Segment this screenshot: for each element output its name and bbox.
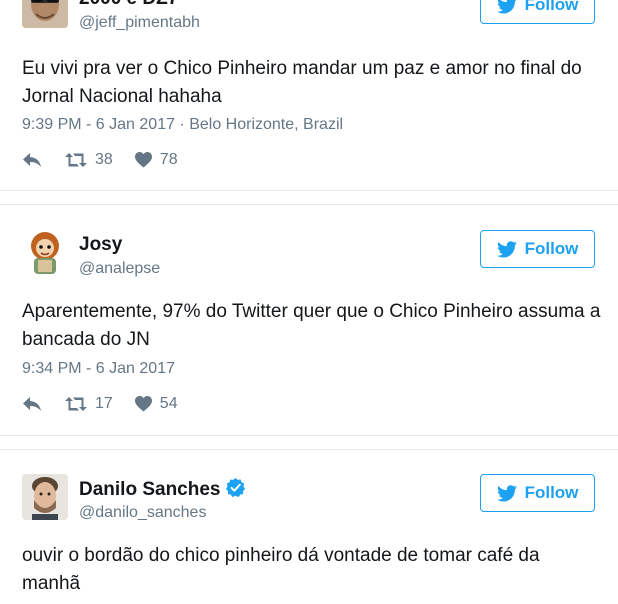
display-name[interactable]: Danilo Sanches	[79, 478, 245, 501]
follow-button[interactable]: Follow	[480, 0, 595, 24]
like-button[interactable]: 78	[134, 151, 178, 169]
tweet-timestamp[interactable]: 9:39 PM - 6 Jan 2017 · Belo Horizonte, B…	[22, 116, 343, 134]
twitter-bird-icon	[496, 240, 517, 257]
username[interactable]: @danilo_sanches	[79, 504, 206, 522]
divider	[0, 435, 618, 436]
display-name-text: Danilo Sanches	[79, 479, 221, 500]
display-name[interactable]: Josy	[79, 234, 122, 256]
follow-button[interactable]: Follow	[480, 474, 595, 512]
tweet-actions: 17 54	[22, 394, 178, 414]
like-count: 54	[159, 395, 178, 412]
username[interactable]: @jeff_pimentabh	[79, 14, 200, 32]
display-name[interactable]: 2000 e DZ7	[79, 0, 178, 10]
tweet-timestamp[interactable]: 9:34 PM - 6 Jan 2017	[22, 360, 175, 378]
tweet-text: ouvir o bordão do chico pinheiro dá vont…	[22, 545, 540, 594]
retweet-button[interactable]: 38	[65, 151, 113, 169]
tweet-text: Eu vivi pra ver o Chico Pinheiro mandar …	[22, 58, 582, 107]
tweet-text: Aparentemente, 97% do Twitter quer que o…	[22, 301, 601, 350]
avatar[interactable]	[22, 230, 68, 276]
avatar[interactable]	[22, 0, 68, 28]
follow-label: Follow	[524, 239, 579, 258]
follow-label: Follow	[524, 0, 579, 14]
divider	[0, 204, 618, 205]
divider	[0, 449, 618, 450]
verified-badge-icon	[225, 478, 245, 497]
tweet-actions: 38 78	[22, 150, 178, 170]
heart-icon	[134, 396, 152, 412]
reply-button[interactable]	[22, 152, 42, 168]
tweet-feed: 2000 e DZ7 @jeff_pimentabh Follow Eu viv…	[0, 0, 618, 604]
retweet-count: 17	[95, 395, 113, 412]
avatar[interactable]	[22, 474, 68, 520]
twitter-bird-icon	[496, 0, 516, 14]
follow-button[interactable]: Follow	[480, 230, 595, 268]
like-count: 78	[159, 151, 178, 168]
username[interactable]: @analepse	[79, 260, 160, 278]
divider	[0, 190, 618, 191]
reply-icon	[23, 397, 41, 411]
retweet-icon	[65, 397, 87, 411]
like-button[interactable]: 54	[134, 395, 178, 413]
retweet-button[interactable]: 17	[65, 395, 113, 413]
twitter-bird-icon	[496, 484, 517, 501]
retweet-count: 38	[95, 151, 113, 168]
heart-icon	[134, 152, 152, 168]
follow-label: Follow	[524, 483, 579, 502]
reply-icon	[23, 153, 41, 167]
retweet-icon	[65, 153, 87, 167]
reply-button[interactable]	[22, 396, 42, 412]
